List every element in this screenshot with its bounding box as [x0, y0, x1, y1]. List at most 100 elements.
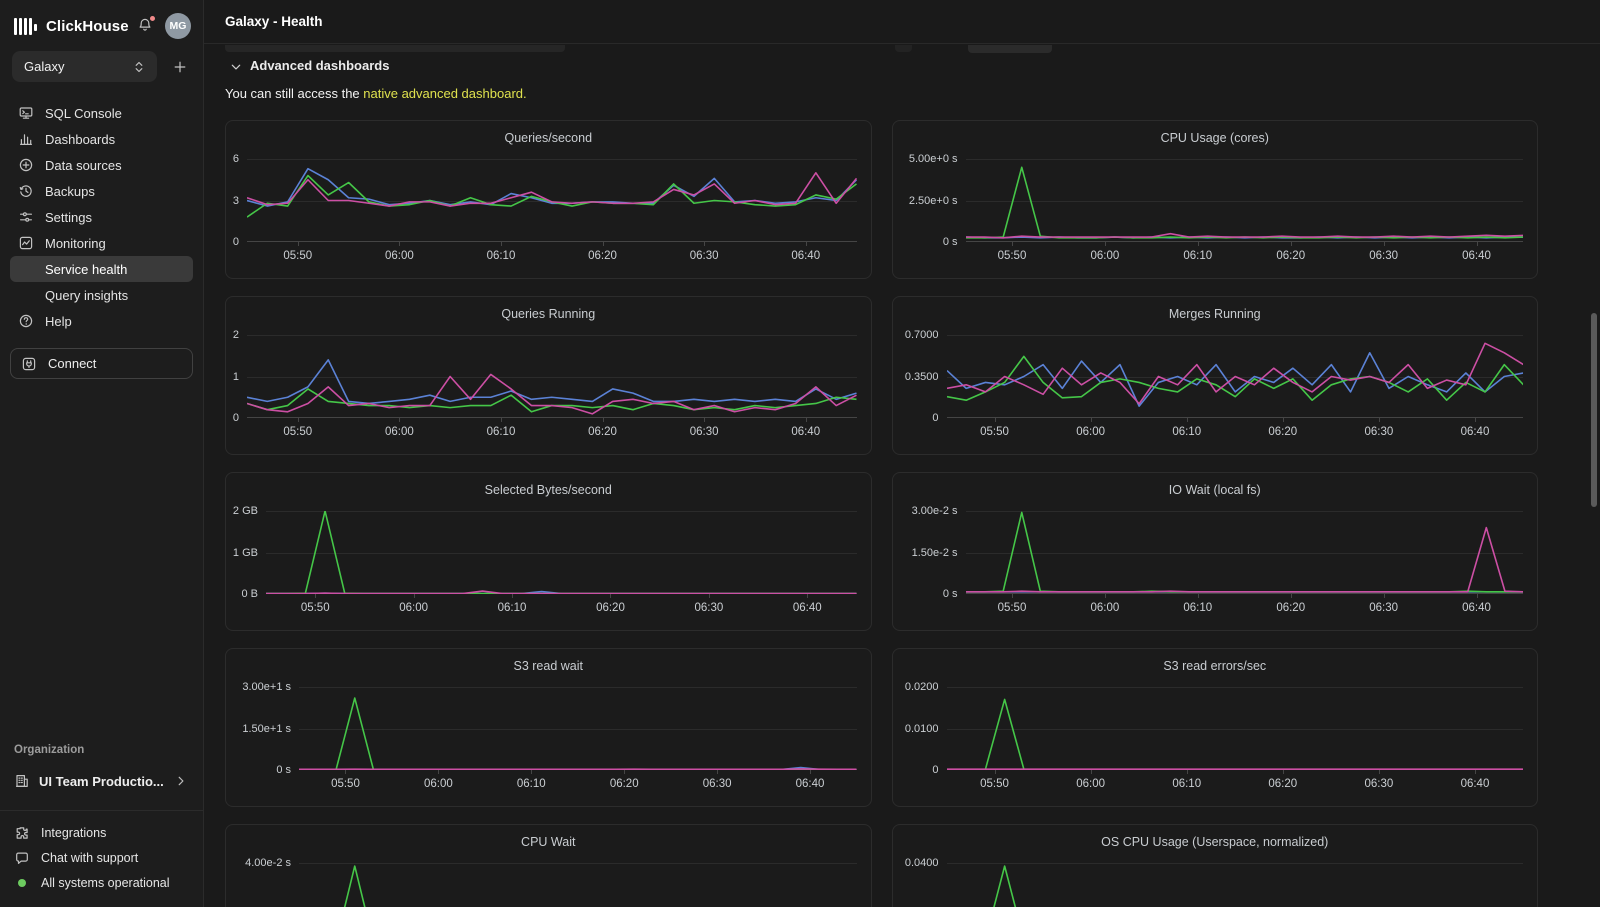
service-selector[interactable]: Galaxy — [12, 51, 157, 82]
chart-plot[interactable]: 0 s1.50e-2 s3.00e-2 s05:5006:0006:1006:2… — [966, 511, 1524, 594]
chart-title: CPU Usage (cores) — [893, 121, 1538, 145]
x-tick-label: 06:00 — [385, 250, 414, 262]
chart-plot[interactable]: 0 s1.50e+1 s3.00e+1 s05:5006:0006:1006:2… — [299, 687, 857, 770]
avatar[interactable]: MG — [165, 13, 191, 39]
sidebar-item-settings[interactable]: Settings — [10, 204, 193, 230]
x-tick-mark — [1379, 418, 1380, 422]
x-tick-label: 06:30 — [694, 602, 723, 614]
brand-row: ClickHouse MG — [0, 0, 203, 47]
y-tick-label: 0 — [932, 412, 946, 424]
x-tick-label: 05:50 — [283, 250, 312, 262]
x-tick-mark — [810, 770, 811, 774]
chart-title: Queries Running — [226, 297, 871, 321]
footer-item-integrations[interactable]: Integrations — [14, 820, 189, 845]
y-tick-label: 0 B — [241, 588, 266, 600]
x-tick-mark — [1091, 418, 1092, 422]
x-tick-mark — [1475, 418, 1476, 422]
x-tick-mark — [501, 242, 502, 246]
x-tick-label: 06:10 — [487, 426, 516, 438]
x-tick-mark — [806, 242, 807, 246]
organization-switcher[interactable]: UI Team Productio... — [14, 764, 189, 798]
x-tick-mark — [704, 418, 705, 422]
y-tick-label: 1 — [233, 371, 247, 383]
native-dashboard-link[interactable]: native advanced dashboard. — [363, 86, 526, 101]
sidebar-item-help[interactable]: Help — [10, 308, 193, 334]
footer-item-chat-with-support[interactable]: Chat with support — [14, 845, 189, 870]
sidebar-item-label: Backups — [45, 184, 95, 199]
chart-canvas — [299, 687, 857, 770]
chart-plot[interactable]: 03605:5006:0006:1006:2006:3006:40 — [247, 159, 857, 242]
x-tick-label: 06:00 — [1090, 602, 1119, 614]
sidebar-item-sql-console[interactable]: SQL Console — [10, 100, 193, 126]
data-sources-icon — [18, 157, 34, 173]
chart-plot[interactable]: 4.00e-2 s05:5006:0006:1006:2006:3006:40 — [299, 863, 857, 907]
chart-panel-cpu-wait: CPU Wait4.00e-2 s05:5006:0006:1006:2006:… — [225, 824, 872, 907]
x-tick-label: 05:50 — [331, 778, 360, 790]
x-tick-label: 06:30 — [703, 778, 732, 790]
x-tick-mark — [806, 418, 807, 422]
x-tick-mark — [315, 594, 316, 598]
x-tick-mark — [1012, 594, 1013, 598]
x-tick-label: 06:40 — [1461, 426, 1490, 438]
sidebar-item-monitoring[interactable]: Monitoring — [10, 230, 193, 256]
sidebar-item-service-health[interactable]: Service health — [10, 256, 193, 282]
x-tick-label: 06:20 — [1276, 602, 1305, 614]
chart-title: S3 read wait — [226, 649, 871, 673]
series-line-replica-magenta — [947, 343, 1524, 403]
native-dashboard-notice: You can still access the native advanced… — [225, 86, 1538, 101]
chart-canvas — [947, 863, 1524, 907]
x-tick-label: 05:50 — [283, 426, 312, 438]
chart-plot[interactable]: 0.040005:5006:0006:1006:2006:3006:40 — [947, 863, 1524, 907]
footer-item-all-systems-operational[interactable]: All systems operational — [14, 870, 189, 895]
chart-plot[interactable]: 00.35000.700005:5006:0006:1006:2006:3006… — [947, 335, 1524, 418]
y-tick-label: 3 — [233, 195, 247, 207]
y-tick-label: 2 GB — [233, 505, 266, 517]
chart-plot[interactable]: 01205:5006:0006:1006:2006:3006:40 — [247, 335, 857, 418]
footer-item-label: Chat with support — [41, 851, 138, 865]
x-tick-mark — [704, 242, 705, 246]
y-tick-label: 0 — [233, 412, 247, 424]
clickhouse-logo-icon[interactable] — [14, 16, 37, 36]
chart-title: Selected Bytes/second — [226, 473, 871, 497]
footer-item-label: All systems operational — [41, 876, 170, 890]
x-tick-label: 06:20 — [1268, 778, 1297, 790]
x-tick-mark — [1012, 242, 1013, 246]
sidebar-item-dashboards[interactable]: Dashboards — [10, 126, 193, 152]
x-tick-label: 06:30 — [690, 250, 719, 262]
x-tick-label: 06:30 — [690, 426, 719, 438]
page-content: Advanced dashboards You can still access… — [204, 58, 1600, 907]
chart-title: S3 read errors/sec — [893, 649, 1538, 673]
series-line-replica-green — [299, 866, 857, 907]
settings-sliders-icon — [18, 209, 34, 225]
x-tick-mark — [717, 770, 718, 774]
sidebar-item-label: SQL Console — [45, 106, 122, 121]
sidebar-item-backups[interactable]: Backups — [10, 178, 193, 204]
x-tick-mark — [399, 418, 400, 422]
chart-plot[interactable]: 0 B1 GB2 GB05:5006:0006:1006:2006:3006:4… — [266, 511, 857, 594]
chart-plot[interactable]: 0 s2.50e+0 s5.00e+0 s05:5006:0006:1006:2… — [966, 159, 1524, 242]
sidebar-item-data-sources[interactable]: Data sources — [10, 152, 193, 178]
connect-label: Connect — [48, 356, 96, 371]
scrollbar-thumb[interactable] — [1591, 313, 1597, 507]
footer-item-label: Integrations — [41, 826, 106, 840]
series-line-replica-green — [966, 512, 1524, 591]
chart-canvas — [966, 159, 1524, 242]
connect-button[interactable]: Connect — [10, 348, 193, 379]
sidebar-item-query-insights[interactable]: Query insights — [10, 282, 193, 308]
advanced-dashboards-toggle[interactable]: Advanced dashboards — [228, 58, 1538, 73]
chart-title: IO Wait (local fs) — [893, 473, 1538, 497]
x-tick-label: 06:20 — [588, 250, 617, 262]
add-service-button[interactable] — [169, 56, 191, 78]
chart-canvas — [247, 335, 857, 418]
notifications-bell-icon[interactable] — [137, 17, 155, 35]
x-tick-label: 06:30 — [1364, 426, 1393, 438]
x-tick-label: 06:20 — [1276, 250, 1305, 262]
x-tick-mark — [1291, 242, 1292, 246]
series-line-replica-green — [947, 866, 1524, 907]
chart-plot[interactable]: 00.01000.020005:5006:0006:1006:2006:3006… — [947, 687, 1524, 770]
chevron-down-icon — [228, 59, 242, 73]
charts-grid: Queries/second03605:5006:0006:1006:2006:… — [225, 120, 1538, 907]
app-root: ClickHouse MG Galaxy SQL Console Dashboar… — [0, 0, 1600, 907]
organization-section-label: Organization — [14, 744, 189, 756]
x-tick-label: 06:40 — [1462, 602, 1491, 614]
